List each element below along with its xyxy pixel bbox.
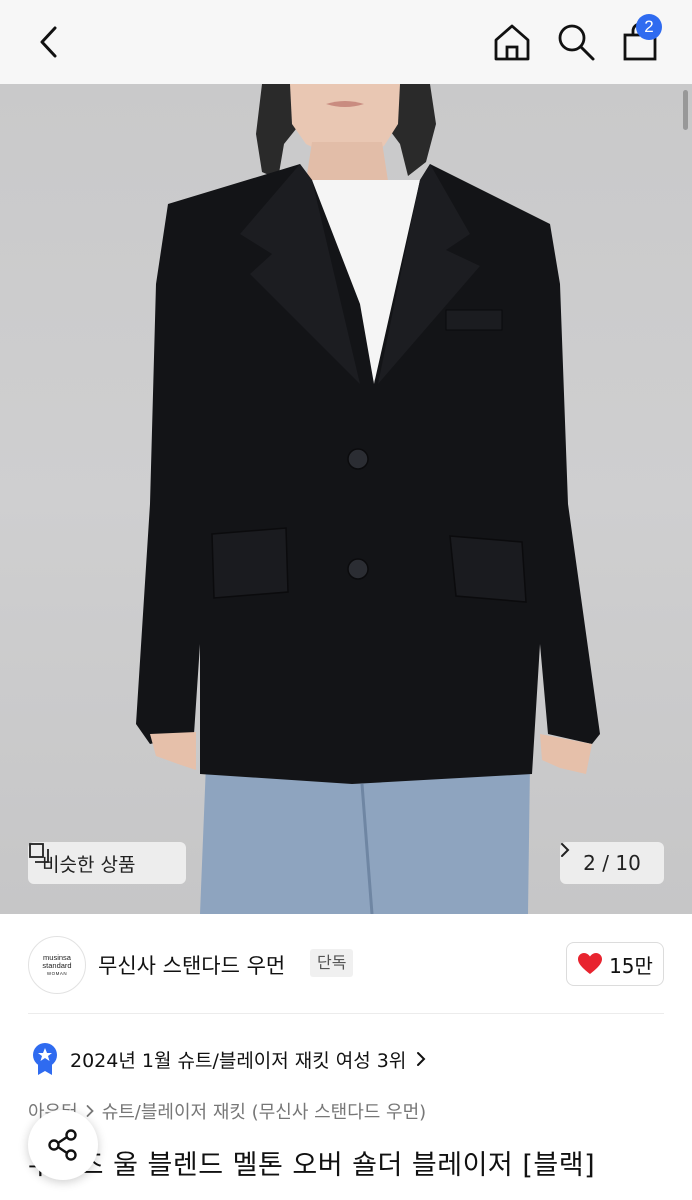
brand-logo-line3: WOMAN — [46, 970, 68, 976]
chevron-right-icon — [86, 1105, 94, 1117]
total-pages: 10 — [615, 851, 641, 875]
brand-name-link[interactable]: 무신사 스탠다드 우먼 — [98, 950, 285, 980]
product-title: 우먼즈 울 블렌드 멜톤 오버 숄더 블레이저 [블랙] — [28, 1150, 596, 1181]
brand-logo-line2: standard — [42, 960, 72, 970]
scroll-indicator[interactable] — [683, 90, 688, 130]
heart-icon — [578, 953, 603, 974]
brand-row: musinsa standard WOMAN 무신사 스탠다드 우먼 단독 15… — [0, 914, 692, 1014]
back-button[interactable] — [22, 14, 78, 70]
breadcrumb-subcategory[interactable]: 슈트/블레이저 재킷 (무신사 스탠다드 우먼) — [102, 1098, 427, 1124]
product-photo — [136, 84, 600, 914]
chevron-right-icon — [417, 1052, 426, 1066]
cart-count-badge: 2 — [636, 14, 662, 40]
current-page: 2 — [583, 851, 596, 875]
similar-products-label: 비슷한 상품 — [42, 853, 136, 876]
top-app-bar: 2 — [0, 0, 692, 85]
page-separator: / — [602, 851, 610, 875]
ranking-badge-icon — [33, 1043, 57, 1075]
chevron-left-icon — [40, 26, 57, 58]
ranking-link[interactable]: 2024년 1월 슈트/블레이저 재킷 여성 3위 — [30, 1041, 426, 1077]
ranking-text: 2024년 1월 슈트/블레이저 재킷 여성 3위 — [70, 1049, 407, 1072]
product-image-gallery[interactable]: 비슷한 상품 2 / 10 — [0, 84, 692, 914]
like-count: 15만 — [609, 953, 653, 978]
chevron-right-icon — [561, 843, 570, 857]
home-button[interactable] — [484, 14, 540, 70]
home-icon — [494, 24, 530, 61]
page-counter: 2 / 10 — [583, 851, 641, 875]
share-icon — [48, 1129, 77, 1161]
gallery-page-indicator[interactable]: 2 / 10 — [560, 842, 664, 884]
exclusive-badge: 단독 — [310, 949, 354, 977]
like-button[interactable]: 15만 — [566, 942, 664, 986]
similar-items-icon — [29, 843, 49, 863]
search-icon — [558, 24, 595, 61]
section-divider — [28, 1013, 664, 1014]
brand-logo[interactable]: musinsa standard WOMAN — [28, 936, 86, 994]
share-button[interactable] — [28, 1110, 98, 1180]
search-button[interactable] — [548, 14, 604, 70]
similar-products-button[interactable]: 비슷한 상품 — [28, 842, 186, 884]
